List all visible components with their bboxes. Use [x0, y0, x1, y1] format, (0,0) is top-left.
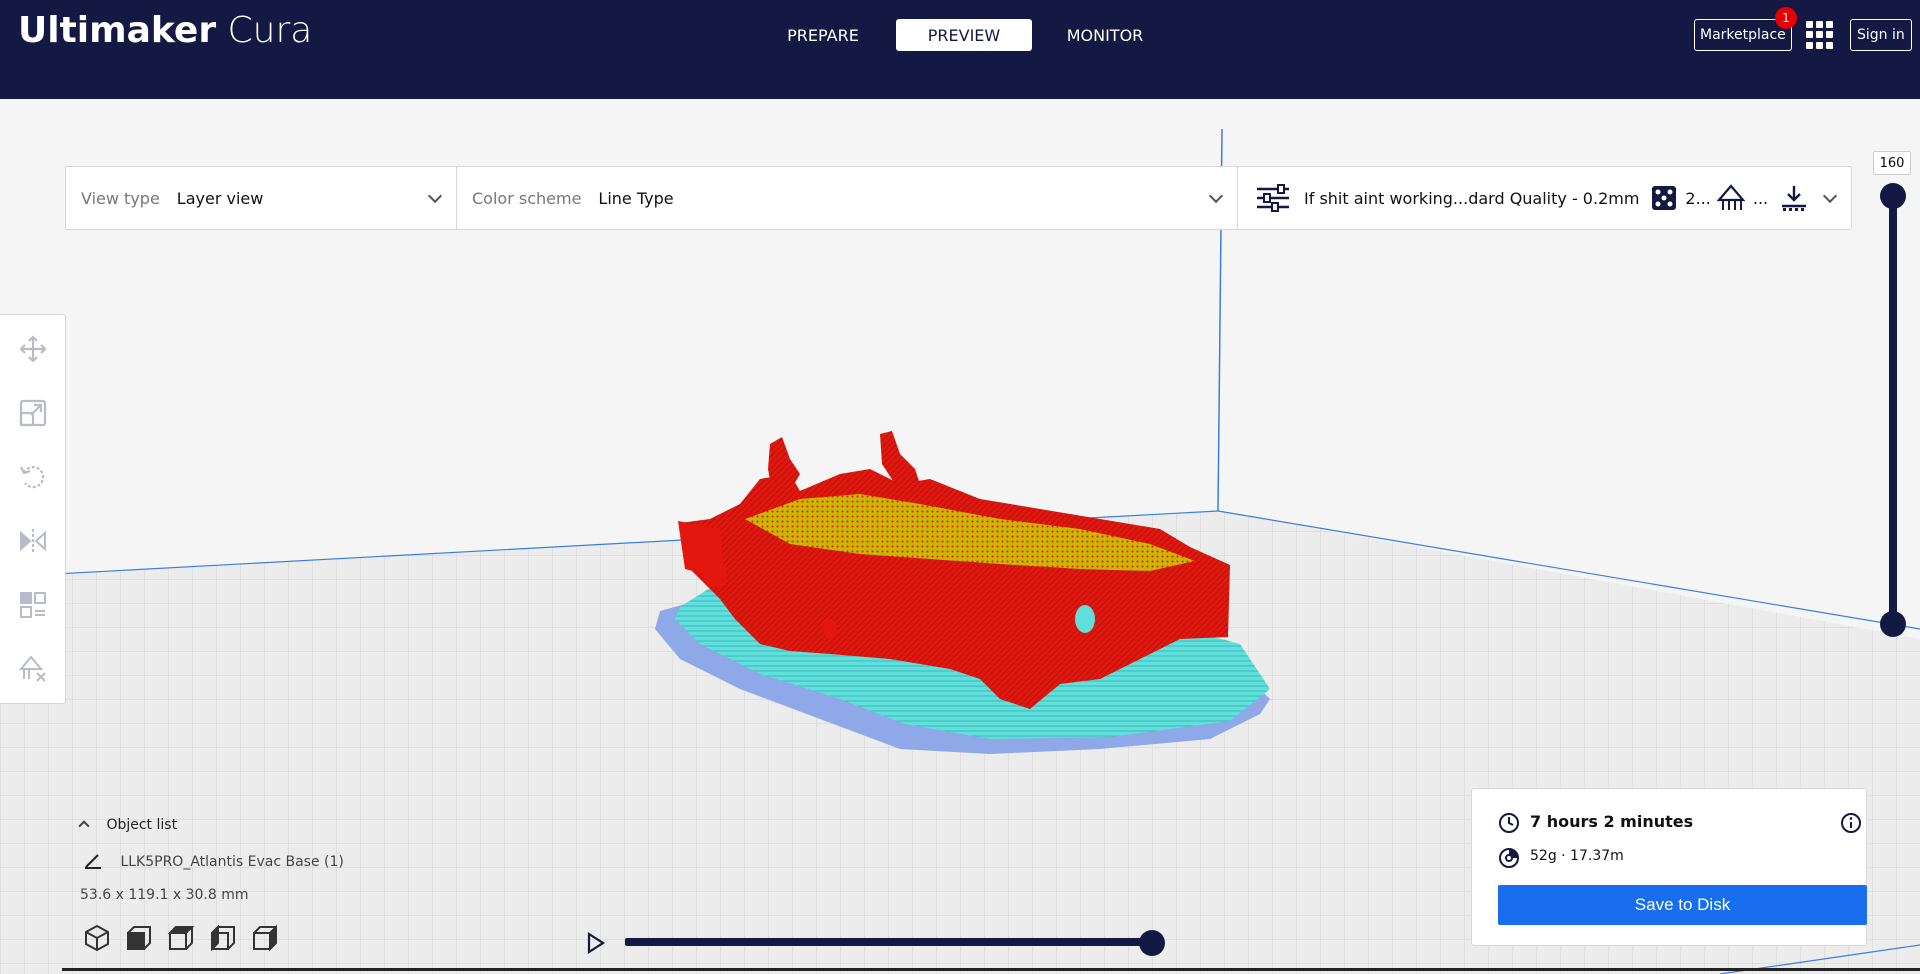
sign-in-label: Sign in	[1857, 27, 1905, 43]
3d-viewport[interactable]: View type Layer view Color scheme Line T…	[0, 99, 1920, 974]
print-settings-panel-button[interactable]: If shit aint working...dard Quality - 0.…	[1238, 167, 1851, 229]
apps-grid-icon[interactable]	[1806, 21, 1834, 49]
marketplace-label: Marketplace	[1700, 27, 1786, 43]
play-icon[interactable]	[585, 932, 607, 954]
view-left-icon[interactable]	[208, 923, 238, 953]
top-bar: Ultimaker Cura PREPARE PREVIEW MONITOR M…	[0, 0, 1920, 99]
view-3d-icon[interactable]	[82, 923, 112, 953]
layer-path-slider-handle[interactable]	[1139, 930, 1165, 956]
layer-path-slider-track[interactable]	[625, 938, 1153, 946]
move-icon[interactable]	[19, 335, 47, 363]
marketplace-badge: 1	[1775, 7, 1797, 29]
object-name: LLK5PRO_Atlantis Evac Base (1)	[120, 854, 344, 870]
rotate-icon[interactable]	[19, 463, 47, 491]
per-model-settings-icon[interactable]	[19, 591, 47, 619]
settings-sliders-icon	[1257, 184, 1289, 212]
tool-panel	[0, 314, 66, 704]
save-to-disk-button[interactable]: Save to Disk	[1498, 885, 1867, 925]
layer-slider-top-handle[interactable]	[1880, 183, 1906, 209]
view-type-dropdown[interactable]: View type Layer view	[66, 167, 457, 229]
adhesion-download-icon	[1782, 186, 1807, 211]
clock-icon	[1499, 813, 1519, 833]
print-time: 7 hours 2 minutes	[1530, 812, 1694, 831]
app-logo: Ultimaker Cura	[18, 10, 313, 51]
tab-prepare[interactable]: PREPARE	[755, 19, 891, 51]
tab-preview[interactable]: PREVIEW	[896, 19, 1032, 51]
support-blocker-icon[interactable]	[19, 655, 47, 683]
chevron-down-icon	[1208, 188, 1224, 204]
view-front-icon[interactable]	[124, 923, 154, 953]
object-list-header: Object list	[106, 817, 178, 833]
view-toolbar: View type Layer view Color scheme Line T…	[65, 166, 1852, 230]
scale-icon[interactable]	[19, 399, 47, 427]
bottom-edge-line	[62, 968, 1920, 971]
chevron-down-icon	[1822, 188, 1838, 204]
info-icon[interactable]	[1840, 812, 1862, 834]
print-summary-panel: 7 hours 2 minutes 52g · 17.37m Save to D…	[1471, 788, 1867, 946]
layer-slider-track[interactable]	[1889, 196, 1897, 627]
infill-value: 2...	[1685, 188, 1711, 208]
layer-number-input[interactable]: 160	[1873, 151, 1911, 175]
view-top-icon[interactable]	[166, 923, 196, 953]
infill-icon	[1652, 186, 1677, 210]
object-dimensions: 53.6 x 119.1 x 30.8 mm	[80, 887, 249, 903]
support-value: ...	[1752, 188, 1769, 208]
sign-in-button[interactable]: Sign in	[1850, 19, 1912, 51]
object-name-row[interactable]: LLK5PRO_Atlantis Evac Base (1)	[84, 851, 344, 870]
mirror-icon[interactable]	[19, 527, 47, 555]
object-list-toggle[interactable]: Object list	[78, 817, 178, 833]
view-type-label: View type	[81, 188, 160, 208]
color-scheme-label: Color scheme	[472, 188, 582, 208]
material-usage: 52g · 17.37m	[1530, 848, 1624, 864]
edit-pencil-icon	[85, 854, 101, 869]
color-scheme-dropdown[interactable]: Color scheme Line Type	[457, 167, 1238, 229]
chevron-down-icon	[427, 188, 443, 204]
tab-monitor[interactable]: MONITOR	[1037, 19, 1173, 51]
filament-spool-icon	[1499, 848, 1519, 868]
view-type-value: Layer view	[176, 188, 264, 208]
chevron-up-icon	[78, 820, 90, 832]
stage-tabs: PREPARE PREVIEW MONITOR	[755, 19, 1178, 51]
support-icon	[1716, 184, 1745, 210]
camera-view-buttons	[82, 923, 280, 953]
layer-slider-bottom-handle[interactable]	[1880, 611, 1906, 637]
view-right-icon[interactable]	[250, 923, 280, 953]
print-profile-text: If shit aint working...dard Quality - 0.…	[1304, 188, 1640, 208]
color-scheme-value: Line Type	[598, 188, 674, 208]
